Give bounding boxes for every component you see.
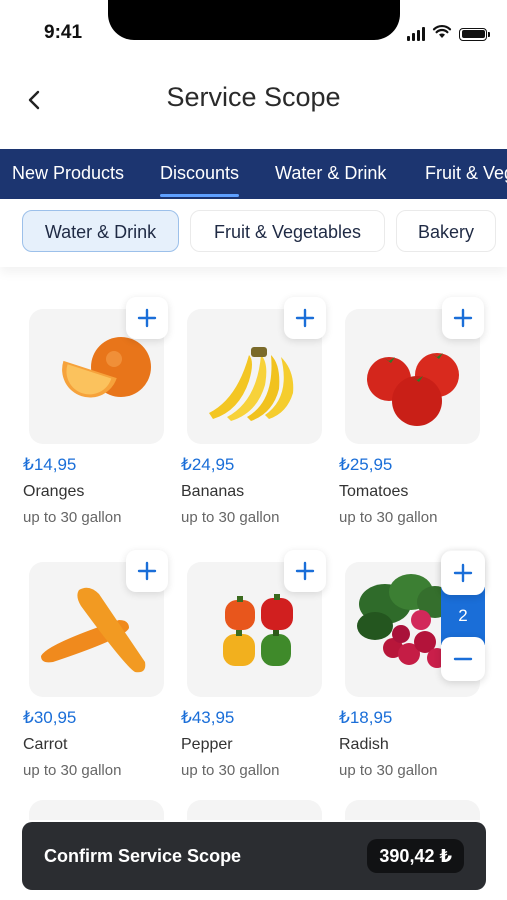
total-price-badge: 390,42 ₺ xyxy=(367,839,464,873)
status-bar: 9:41 xyxy=(0,0,507,64)
tab-water-drink[interactable]: Water & Drink xyxy=(275,149,386,199)
chip-water-drink[interactable]: Water & Drink xyxy=(22,210,179,252)
page-title: Service Scope xyxy=(166,82,341,112)
product-card-bananas[interactable]: ₺24,95 Bananas up to 30 gallon xyxy=(181,297,326,549)
product-unit: up to 30 gallon xyxy=(23,762,122,779)
product-name: Carrot xyxy=(23,736,68,753)
quantity-stepper: 2 xyxy=(441,551,485,685)
add-button[interactable] xyxy=(284,297,326,339)
product-price: ₺30,95 xyxy=(23,708,77,727)
product-unit: up to 30 gallon xyxy=(339,762,438,779)
increment-button[interactable] xyxy=(441,551,485,595)
product-price: ₺18,95 xyxy=(339,708,393,727)
product-name: Bananas xyxy=(181,483,245,500)
product-card-tomatoes[interactable]: ₺25,95 Tomatoes up to 30 gallon xyxy=(339,297,484,549)
chip-fruit-vegetables[interactable]: Fruit & Vegetables xyxy=(190,210,385,252)
plus-icon xyxy=(453,308,473,328)
product-name: Tomatoes xyxy=(339,483,409,500)
product-name: Oranges xyxy=(23,483,85,500)
header: Service Scope xyxy=(0,70,507,130)
battery-icon xyxy=(459,27,490,41)
tab-new-products[interactable]: New Products xyxy=(12,149,124,199)
tab-fruit-vegetables[interactable]: Fruit & Vegetables xyxy=(425,149,507,199)
product-name: Pepper xyxy=(181,736,233,753)
product-price: ₺25,95 xyxy=(339,455,393,474)
category-tabs: New Products Discounts Water & Drink Fru… xyxy=(0,149,507,199)
product-unit: up to 30 gallon xyxy=(23,509,122,526)
add-button[interactable] xyxy=(126,550,168,592)
product-unit: up to 30 gallon xyxy=(181,762,280,779)
add-button[interactable] xyxy=(442,297,484,339)
product-card-oranges[interactable]: ₺14,95 Oranges up to 30 gallon xyxy=(23,297,168,549)
add-button[interactable] xyxy=(126,297,168,339)
product-card-carrot[interactable]: ₺30,95 Carrot up to 30 gallon xyxy=(23,550,168,802)
next-row-card-hint xyxy=(29,800,164,820)
product-unit: up to 30 gallon xyxy=(181,509,280,526)
confirm-label: Confirm Service Scope xyxy=(44,846,242,866)
plus-icon xyxy=(295,308,315,328)
device-notch xyxy=(108,0,400,40)
decrement-button[interactable] xyxy=(441,637,485,681)
sub-category-chips: Water & Drink Fruit & Vegetables Bakery xyxy=(0,199,507,267)
product-price: ₺24,95 xyxy=(181,455,235,474)
cellular-signal-icon xyxy=(407,27,425,41)
tab-discounts[interactable]: Discounts xyxy=(160,149,240,199)
product-unit: up to 30 gallon xyxy=(339,509,438,526)
plus-icon xyxy=(295,561,315,581)
wifi-icon xyxy=(432,24,452,44)
plus-icon xyxy=(137,308,157,328)
plus-icon xyxy=(137,561,157,581)
minus-icon xyxy=(453,657,473,661)
confirm-service-scope-button[interactable]: Confirm Service Scope 390,42 ₺ xyxy=(22,822,486,890)
product-name: Radish xyxy=(339,736,389,753)
product-price: ₺14,95 xyxy=(23,455,77,474)
plus-icon xyxy=(453,563,473,583)
add-button[interactable] xyxy=(284,550,326,592)
next-row-card-hint xyxy=(187,800,322,820)
status-time: 9:41 xyxy=(44,22,83,43)
chip-bakery[interactable]: Bakery xyxy=(396,210,496,252)
status-icons xyxy=(407,24,490,44)
next-row-card-hint xyxy=(345,800,480,820)
product-card-pepper[interactable]: ₺43,95 Pepper up to 30 gallon xyxy=(181,550,326,802)
product-price: ₺43,95 xyxy=(181,708,235,727)
